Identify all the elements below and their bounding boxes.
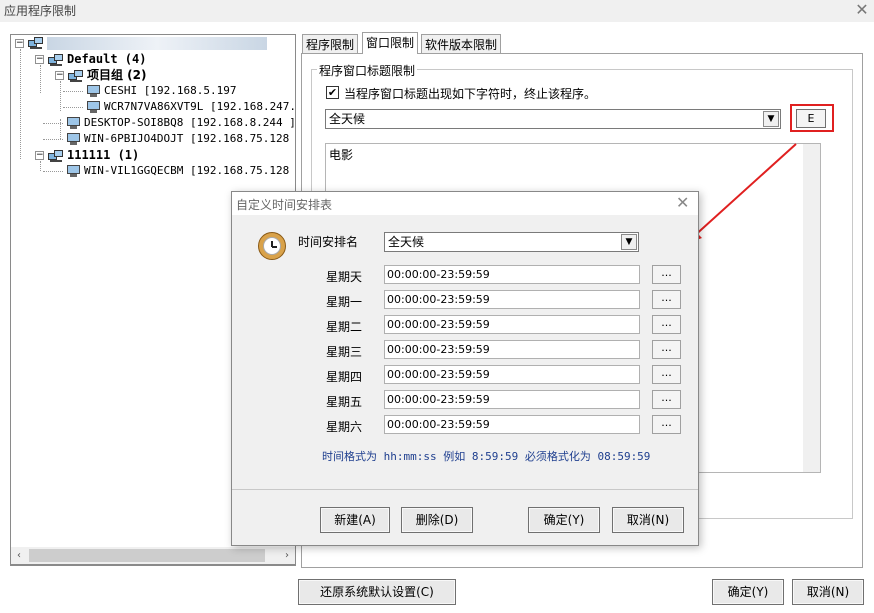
computer-icon [86, 85, 101, 97]
restore-defaults-button[interactable]: 还原系统默认设置(C) [298, 579, 456, 605]
tree-computer-item[interactable]: CESHI [192.168.5.197 [86, 83, 236, 99]
schedule-name-value: 全天候 [388, 235, 425, 249]
schedule-name-label: 时间安排名 [298, 235, 359, 249]
tree-node-label: 项目组 (2) [87, 68, 147, 82]
day-field-monday[interactable]: 00:00:00-23:59:59 [384, 290, 640, 309]
collapse-toggle[interactable]: − [55, 71, 64, 80]
day-field-sunday[interactable]: 00:00:00-23:59:59 [384, 265, 640, 284]
day-label-tuesday: 星期二 [325, 320, 362, 334]
network-icon [28, 36, 44, 50]
blurred-label [47, 36, 267, 50]
time-format-hint: 时间格式为 hh:mm:ss 例如 8:59:59 必须格式化为 08:59:5… [322, 450, 651, 463]
chevron-down-icon[interactable]: ▼ [621, 234, 637, 250]
day-field-saturday[interactable]: 00:00:00-23:59:59 [384, 415, 640, 434]
dialog-cancel-button[interactable]: 取消(N) [612, 507, 684, 533]
day-label-monday: 星期一 [325, 295, 362, 309]
schedule-name-select[interactable]: 全天候 ▼ [384, 232, 639, 252]
collapse-toggle[interactable]: − [35, 151, 44, 160]
collapse-toggle[interactable]: − [15, 39, 24, 48]
day-button-tuesday[interactable]: ... [652, 315, 681, 334]
close-icon[interactable]: ✕ [676, 193, 689, 212]
groupbox-title: 程序窗口标题限制 [317, 62, 418, 79]
dialog-title: 自定义时间安排表 [236, 198, 333, 212]
tree-node-label: WCR7N7VA86XVT9L [192.168.247.14 [104, 100, 296, 113]
day-button-friday[interactable]: ... [652, 390, 681, 409]
close-icon[interactable]: ✕ [852, 0, 872, 20]
day-label-friday: 星期五 [325, 395, 362, 409]
checkbox-label: 当程序窗口标题出现如下字符时，终止该程序。 [344, 87, 597, 101]
day-button-monday[interactable]: ... [652, 290, 681, 309]
vertical-scrollbar[interactable] [803, 144, 820, 472]
day-field-friday[interactable]: 00:00:00-23:59:59 [384, 390, 640, 409]
terminate-checkbox[interactable]: ✔ [326, 86, 339, 99]
tree-group-project[interactable]: 项目组 (2) [68, 67, 147, 83]
day-button-wednesday[interactable]: ... [652, 340, 681, 359]
day-button-sunday[interactable]: ... [652, 265, 681, 284]
tree-computer-item[interactable]: WIN-6PBIJO4DOJT [192.168.75.128 ] [66, 131, 296, 147]
cancel-button[interactable]: 取消(N) [792, 579, 864, 605]
tree-computer-item[interactable]: WIN-VIL1GGQECBM [192.168.75.128 ] [66, 163, 296, 179]
schedule-select[interactable]: 全天候 ▼ [325, 109, 781, 129]
day-label-thursday: 星期四 [325, 370, 362, 384]
schedule-select-value: 全天候 [329, 112, 366, 126]
tree-node-label: WIN-VIL1GGQECBM [192.168.75.128 ] [84, 164, 296, 177]
tree-node-label: WIN-6PBIJO4DOJT [192.168.75.128 ] [84, 132, 296, 145]
day-field-wednesday[interactable]: 00:00:00-23:59:59 [384, 340, 640, 359]
tab-software-version-limit[interactable]: 软件版本限制 [421, 34, 502, 54]
computer-icon [86, 101, 101, 113]
computer-icon [66, 117, 81, 129]
tab-window-limit[interactable]: 窗口限制 [362, 32, 419, 54]
tree-node-label: DESKTOP-SOI8BQ8 [192.168.8.244 ] [84, 116, 296, 129]
dialog-ok-button[interactable]: 确定(Y) [528, 507, 600, 533]
collapse-toggle[interactable]: − [35, 55, 44, 64]
computer-icon [66, 165, 81, 177]
tree-group-default[interactable]: Default (4) [48, 51, 146, 67]
ok-button[interactable]: 确定(Y) [712, 579, 784, 605]
scroll-left-icon[interactable]: ‹ [11, 547, 27, 564]
delete-button[interactable]: 删除(D) [401, 507, 473, 533]
tree-node-label: Default (4) [67, 52, 147, 66]
day-label-sunday: 星期天 [325, 270, 362, 284]
chevron-down-icon[interactable]: ▼ [763, 111, 779, 127]
scrollbar-thumb[interactable] [29, 549, 265, 562]
tree-computer-item[interactable]: DESKTOP-SOI8BQ8 [192.168.8.244 ] [66, 115, 296, 131]
schedule-dialog: 自定义时间安排表 ✕ 时间安排名 全天候 ▼ 星期天 00:00:00-23:5… [231, 191, 699, 546]
day-button-saturday[interactable]: ... [652, 415, 681, 434]
group-icon [48, 149, 64, 163]
tree-root[interactable] [28, 35, 267, 51]
edit-schedule-button[interactable]: E [796, 109, 826, 128]
tree-node-label: CESHI [192.168.5.197 [104, 84, 237, 97]
clock-icon [258, 232, 286, 260]
group-icon [48, 53, 64, 67]
day-label-wednesday: 星期三 [325, 345, 362, 359]
day-button-thursday[interactable]: ... [652, 365, 681, 384]
divider [232, 489, 698, 490]
tree-group-111111[interactable]: 111111 (1) [48, 147, 139, 163]
horizontal-scrollbar[interactable]: ‹ › [10, 547, 296, 565]
tree-computer-item[interactable]: WCR7N7VA86XVT9L [192.168.247.14 [86, 99, 296, 115]
window-title: 应用程序限制 [4, 4, 77, 18]
computer-icon [66, 133, 81, 145]
group-icon [68, 69, 84, 83]
new-button[interactable]: 新建(A) [320, 507, 390, 533]
tree-node-label: 111111 (1) [67, 148, 140, 162]
day-label-saturday: 星期六 [325, 420, 362, 434]
day-field-thursday[interactable]: 00:00:00-23:59:59 [384, 365, 640, 384]
day-field-tuesday[interactable]: 00:00:00-23:59:59 [384, 315, 640, 334]
scroll-right-icon[interactable]: › [279, 547, 295, 564]
tab-program-limit[interactable]: 程序限制 [302, 34, 359, 54]
